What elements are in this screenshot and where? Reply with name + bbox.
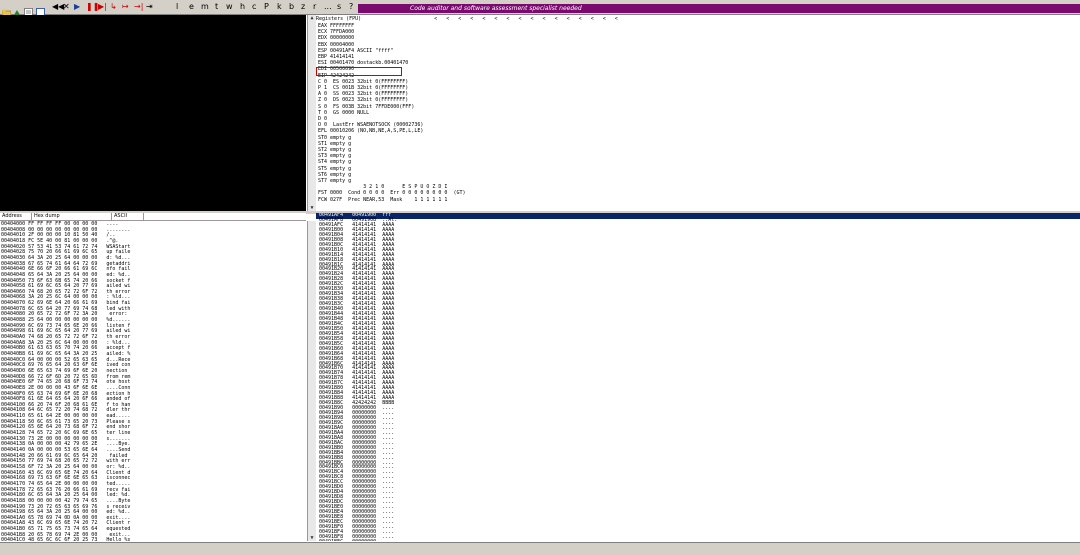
toolbar: ◀◀ ✕ ▶ ❚❚ ▶| ↳ ↦ →| ⇥ l e m t w h c P k … (0, 0, 1080, 18)
registers-scrollbar[interactable]: ▲ ▼ (307, 15, 316, 211)
register-list: EAX FFFFFFFF ECX 7FFDA000 EDX 00000000 EBX … (318, 23, 466, 203)
stack-pane[interactable]: 00491AF4 00491900 fff 00491AF8 00491908 .… (316, 213, 1080, 541)
eip-highlight-box (316, 67, 402, 76)
step-into-button[interactable]: ▶| (98, 2, 107, 12)
dump-row[interactable]: 004041C0 48 65 6C 6C 6F 20 25 73 Hello %… (1, 537, 130, 541)
registers-header-arrows: < < < < < < < < < < < < < < < < (434, 16, 618, 22)
run-button[interactable]: ▶ (74, 2, 80, 12)
toolbar-letter-k[interactable]: k (277, 2, 282, 12)
list-icon[interactable] (36, 2, 45, 17)
scroll-down-icon[interactable]: ▼ (308, 535, 316, 541)
help-button[interactable]: ? (349, 2, 353, 12)
dump-scrollbar[interactable]: ▼ (307, 221, 316, 541)
toolbar-letter-w[interactable]: w (226, 2, 233, 12)
step-over-button[interactable]: ↳ (110, 2, 117, 12)
stack-row[interactable]: 00491BFC 00000000 .... (319, 539, 394, 541)
toolbar-letter-b[interactable]: b (289, 2, 294, 12)
stack-selected-row-highlight (316, 213, 1080, 219)
register-line[interactable]: FCW 027F Prec NEAR,53 Mask 1 1 1 1 1 1 (318, 197, 466, 203)
stop-button[interactable]: ✕ (63, 2, 70, 12)
toolbar-letter-m[interactable]: m (201, 2, 209, 12)
status-bar (0, 542, 1080, 555)
toolbar-letter-t[interactable]: t (215, 2, 218, 12)
restart-icon[interactable] (13, 2, 22, 15)
register-line[interactable]: FST 0000 Cond 0 0 0 0 Err 0 0 0 0 0 0 0 … (318, 190, 466, 196)
registers-title: Registers (FPU) (316, 16, 362, 22)
toolbar-ellipsis[interactable]: ... (324, 2, 332, 12)
toolbar-letter-z[interactable]: z (301, 2, 305, 12)
disassembly-pane[interactable] (0, 15, 306, 211)
toolbar-letter-l[interactable]: l (176, 2, 178, 12)
toolbar-letter-s[interactable]: s (337, 2, 341, 12)
trace-into-button[interactable]: ↦ (122, 2, 129, 12)
toolbar-letter-e[interactable]: e (189, 2, 194, 12)
open-folder-icon[interactable] (1, 2, 12, 18)
toolbar-letter-p[interactable]: P (264, 2, 269, 12)
banner-text: Code auditor and software assessment spe… (358, 4, 1080, 13)
toolbar-letter-h[interactable]: h (240, 2, 245, 12)
trace-over-button[interactable]: →| (134, 2, 143, 12)
execute-till-return-button[interactable]: ⇥ (146, 2, 153, 12)
toolbar-letter-c[interactable]: c (252, 2, 256, 12)
dump-header: Address Hex dump ASCII (0, 213, 306, 221)
registers-header: Registers (FPU) < < < < < < < < < < < < … (316, 16, 618, 22)
toolbar-letter-r[interactable]: r (313, 2, 316, 12)
scroll-up-icon[interactable]: ▲ (308, 15, 316, 21)
column-ascii[interactable]: ASCII (112, 213, 144, 220)
column-address[interactable]: Address (0, 213, 32, 220)
close-program-icon[interactable] (24, 2, 33, 17)
column-hex-dump[interactable]: Hex dump (32, 213, 112, 220)
hex-dump-pane[interactable]: 00404000 FF FF FF FF 00 00 00 00 .... 004… (0, 221, 306, 541)
registers-pane[interactable]: Registers (FPU) < < < < < < < < < < < < … (316, 15, 1080, 211)
